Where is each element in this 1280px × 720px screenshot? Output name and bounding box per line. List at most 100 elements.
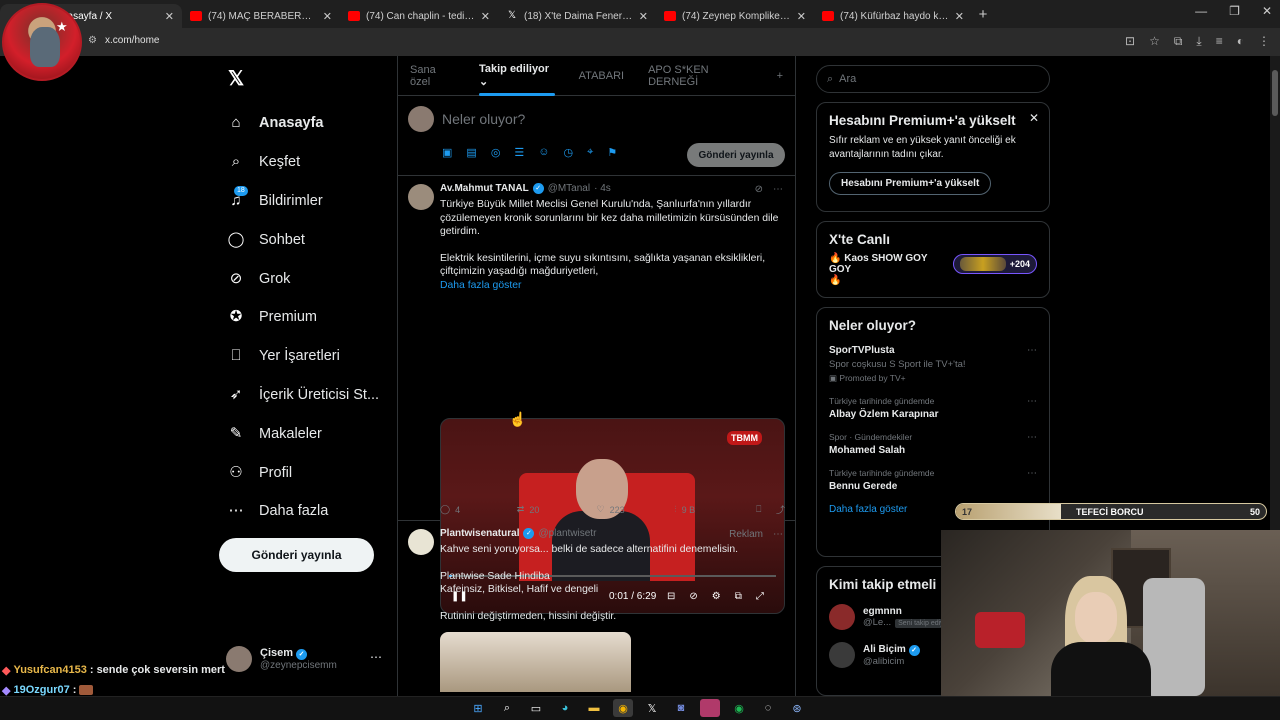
live-item[interactable]: 🔥 Kaos SHOW GOY GOY +204	[829, 253, 1037, 275]
search-icon[interactable]: ⌕	[497, 699, 517, 717]
compose-post-button[interactable]: Gönderi yayınla	[687, 143, 785, 167]
media-icon[interactable]: ▣	[442, 146, 452, 159]
extensions-icon[interactable]: ⧉	[1174, 34, 1183, 49]
close-icon[interactable]: ✕	[165, 10, 174, 23]
nav-item-home[interactable]: ⌂ Anasayfa	[218, 104, 398, 143]
url-field[interactable]: x.com/home	[105, 35, 159, 46]
browser-tab[interactable]: 𝕏 (18) X'te Daima Fener: "🧕 Fen ✕	[498, 4, 656, 28]
download-icon[interactable]: ⤓	[1196, 34, 1201, 49]
files-icon[interactable]: ▭	[526, 699, 546, 717]
schedule-icon[interactable]: ◷	[564, 146, 574, 159]
nav-item-more[interactable]: ⋯ Daha fazla	[218, 492, 398, 531]
close-icon[interactable]: ✕	[481, 10, 490, 23]
scrollbar-thumb[interactable]	[1272, 70, 1278, 116]
share-button[interactable]: ⤴	[776, 503, 785, 516]
profile-icon[interactable]: ◐	[1237, 34, 1244, 49]
grok-icon[interactable]: ◎	[491, 146, 501, 159]
browser-tab[interactable]: (74) Küfürbaz haydo kendini zo ✕	[814, 4, 972, 28]
tweet-author-name[interactable]: Plantwisenatural	[440, 528, 519, 539]
flag-icon[interactable]: ⚑	[607, 146, 617, 159]
nav-item-premium[interactable]: ✪ Premium	[218, 298, 398, 337]
chrome-icon[interactable]: ◉	[613, 699, 633, 717]
x-app-icon[interactable]: 𝕏	[642, 699, 662, 717]
restore-icon[interactable]: ❐	[1229, 4, 1240, 18]
tweet-author-handle[interactable]: @MTanal	[548, 183, 590, 194]
trend-item[interactable]: SporTVPlusta Spor coşkusu S Sport ile TV…	[829, 339, 1037, 390]
like-button[interactable]: ♡ 223	[597, 503, 675, 516]
show-more-link[interactable]: Daha fazla göster	[440, 279, 785, 293]
tweet-author-handle[interactable]: @plantwisetr	[538, 528, 596, 539]
reading-list-icon[interactable]: ≡	[1216, 34, 1223, 49]
site-info-icon[interactable]: ⚙	[88, 35, 97, 46]
tweet[interactable]: Av.Mahmut TANAL ✓ @MTanal · 4s ⊘ ⋯ Türki…	[398, 176, 795, 614]
tab-following[interactable]: Takip ediliyor ⌄	[467, 56, 567, 96]
avatar[interactable]	[408, 184, 434, 210]
trend-item[interactable]: Türkiye tarihinde gündemde Bennu Gerede …	[829, 462, 1037, 498]
tab-for-you[interactable]: Sana özel	[398, 56, 467, 96]
tab-list-atabari[interactable]: ATABARI	[567, 56, 636, 96]
tweet-author-name[interactable]: Av.Mahmut TANAL	[440, 183, 529, 194]
close-icon[interactable]: ✕	[323, 10, 332, 23]
nav-item-articles[interactable]: ✎ Makaleler	[218, 414, 398, 453]
spotify-icon[interactable]: ◉	[729, 699, 749, 717]
nav-item-creator-studio[interactable]: ➶ İçerik Üreticisi St...	[218, 376, 398, 415]
browser-tab[interactable]: (74) Zeynep Komplike 1 - YouTu ✕	[656, 4, 814, 28]
avatar[interactable]	[408, 529, 434, 555]
nav-item-profile[interactable]: ⚇ Profil	[218, 453, 398, 492]
more-icon[interactable]: ⋯	[773, 529, 783, 540]
discord-icon[interactable]: ◙	[671, 699, 691, 717]
close-icon[interactable]: ✕	[639, 10, 648, 23]
windows-icon[interactable]: ⊞	[468, 699, 488, 717]
close-icon[interactable]: ✕	[797, 10, 806, 23]
trend-item[interactable]: Spor · Gündemdekiler Mohamed Salah ⋯	[829, 426, 1037, 462]
grok-icon[interactable]: ⊘	[755, 184, 763, 195]
bookmark-star-icon[interactable]: ☆	[1149, 34, 1160, 49]
post-button[interactable]: Gönderi yayınla	[219, 538, 374, 572]
compose-input[interactable]: Neler oluyor?	[442, 111, 525, 127]
location-icon[interactable]: ⌖	[587, 146, 593, 159]
trend-item[interactable]: Türkiye tarihinde gündemde Albay Özlem K…	[829, 390, 1037, 426]
install-app-icon[interactable]: ⊡	[1125, 34, 1135, 49]
tab-list-2[interactable]: APO S*KEN DERNEĞİ	[636, 56, 764, 96]
nav-item-grok[interactable]: ⊘ Grok	[218, 259, 398, 298]
new-tab-button[interactable]: +	[972, 4, 994, 28]
more-icon[interactable]: ⋯	[1027, 345, 1037, 356]
reply-button[interactable]: ◯ 4	[440, 503, 517, 516]
steam-icon[interactable]: ⊛	[787, 699, 807, 717]
close-icon[interactable]: ✕	[1029, 111, 1039, 125]
search-input[interactable]: ⌕ Ara	[816, 65, 1050, 93]
bookmark-button[interactable]: ⎕	[756, 503, 776, 516]
upgrade-premium-button[interactable]: Hesabını Premium+'a yükselt	[829, 172, 992, 195]
more-icon[interactable]: ⋯	[773, 184, 783, 195]
browser-tab[interactable]: (74) MAÇ BERABERE BİTTİ UMU ✕	[182, 4, 340, 28]
nav-item-messages[interactable]: ◯ Sohbet	[218, 220, 398, 259]
gif-icon[interactable]: ▤	[466, 146, 476, 159]
edge-icon[interactable]: ◕	[555, 699, 575, 717]
folder-icon[interactable]: ▬	[584, 699, 604, 717]
nav-item-notifications[interactable]: ♫ 18 Bildirimler	[218, 182, 398, 221]
poll-icon[interactable]: ☰	[514, 146, 524, 159]
x-logo-icon[interactable]: 𝕏	[228, 66, 244, 91]
more-icon[interactable]: ⋯	[1027, 396, 1037, 407]
more-icon[interactable]: ⋯	[1027, 468, 1037, 479]
tweet[interactable]: Plantwisenatural ✓ @plantwisetr Reklam ⋯…	[398, 521, 795, 697]
browser-tab[interactable]: (74) Can chaplin - tedirgin - yo ✕	[340, 4, 498, 28]
tweet-time[interactable]: · 4s	[594, 183, 611, 194]
emoji-icon[interactable]: ☺	[538, 146, 549, 159]
views-button[interactable]: ⫶ 9 B	[674, 503, 756, 516]
nav-item-explore[interactable]: ⌕ Keşfet	[218, 143, 398, 182]
steam-friends-icon[interactable]: ◌	[758, 699, 778, 717]
close-window-icon[interactable]: ✕	[1262, 4, 1272, 18]
menu-icon[interactable]: ⋮	[1258, 34, 1270, 49]
live-listeners[interactable]: +204	[952, 254, 1037, 274]
more-icon[interactable]: ⋯	[1027, 432, 1037, 443]
repost-button[interactable]: ⇄ 20	[517, 503, 597, 516]
close-icon[interactable]: ✕	[955, 10, 964, 23]
add-tab-button[interactable]: +	[765, 56, 795, 96]
more-icon[interactable]: ⋯	[370, 650, 382, 664]
minimize-icon[interactable]: —	[1195, 4, 1207, 18]
ad-image[interactable]	[440, 632, 631, 692]
account-switcher[interactable]: Çisem ✓ @zeynepcisemm ⋯	[226, 642, 396, 676]
app-icon[interactable]	[700, 699, 720, 717]
nav-item-bookmarks[interactable]: ⎕ Yer İşaretleri	[218, 337, 398, 376]
